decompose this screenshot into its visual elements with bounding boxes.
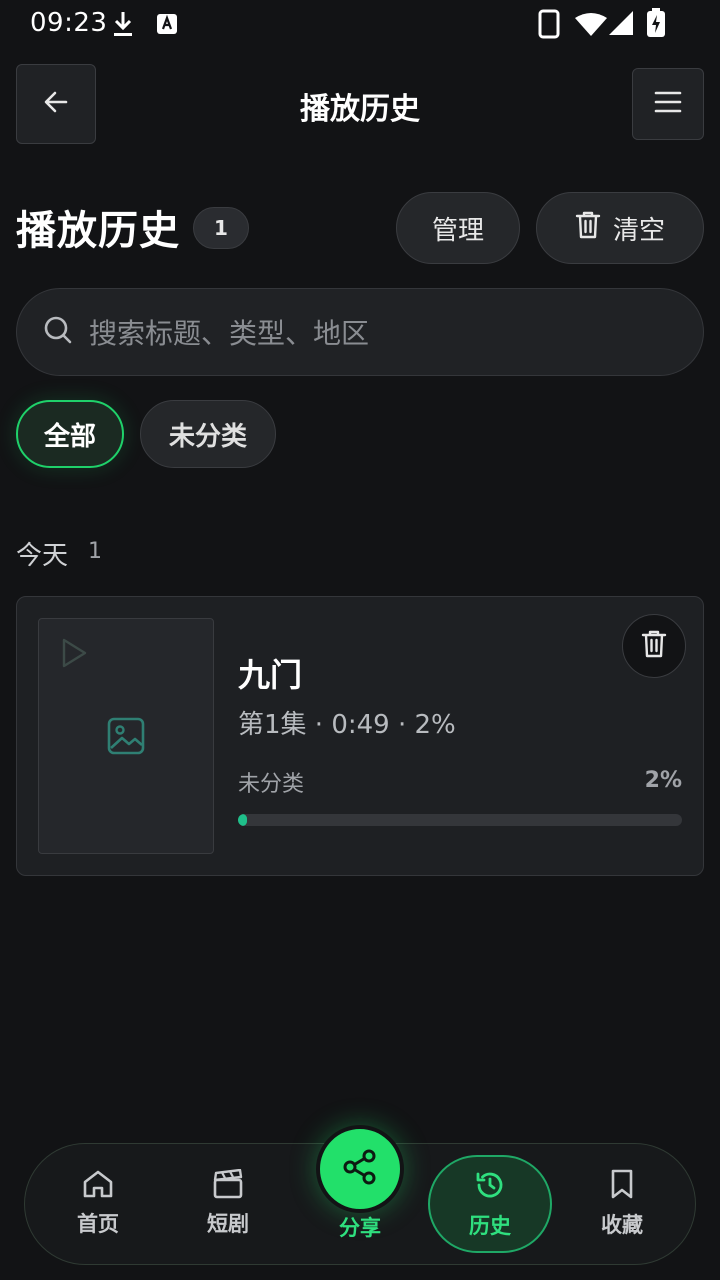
share-icon xyxy=(341,1148,379,1190)
trash-icon xyxy=(575,210,601,247)
progress-fill xyxy=(238,814,247,826)
bookmark-icon xyxy=(608,1168,636,1205)
nav-home[interactable]: 首页 xyxy=(48,1165,148,1241)
menu-button[interactable] xyxy=(632,68,704,140)
item-title: 九门 xyxy=(238,656,303,694)
hamburger-menu-icon xyxy=(654,90,682,118)
history-clock-icon xyxy=(474,1169,506,1206)
battery-charging-icon xyxy=(646,8,666,42)
item-category: 未分类 xyxy=(238,772,305,797)
manage-label: 管理 xyxy=(431,215,484,246)
history-count-badge: 1 xyxy=(193,207,249,249)
filter-chip-label: 未分类 xyxy=(168,421,247,452)
progress-bar xyxy=(238,814,682,826)
wifi-icon xyxy=(574,12,608,40)
group-count-today: 1 xyxy=(88,539,102,564)
item-meta: 第1集 · 0:49 · 2% xyxy=(238,710,456,740)
manage-button[interactable]: 管理 xyxy=(396,192,520,264)
filter-chip-label: 全部 xyxy=(43,421,96,452)
status-bar: 09:23 xyxy=(0,0,720,48)
filter-chip-all[interactable]: 全部 xyxy=(16,400,124,468)
page-title: 播放历史 xyxy=(300,92,420,127)
trash-icon xyxy=(641,629,667,663)
accessibility-a-icon xyxy=(156,13,178,39)
filter-chip-uncategorized[interactable]: 未分类 xyxy=(140,400,276,468)
group-label-today: 今天 xyxy=(16,541,69,571)
nav-favorites-label: 收藏 xyxy=(601,1212,643,1237)
nav-home-label: 首页 xyxy=(77,1211,119,1236)
clear-label: 清空 xyxy=(612,215,665,246)
search-icon xyxy=(43,315,73,349)
section-title: 播放历史 xyxy=(16,208,180,254)
nav-favorites[interactable]: 收藏 xyxy=(572,1165,672,1241)
search-input[interactable]: 搜索标题、类型、地区 xyxy=(16,288,704,376)
status-time: 09:23 xyxy=(30,8,108,38)
home-icon xyxy=(82,1169,114,1204)
nav-history[interactable]: 历史 xyxy=(428,1155,552,1253)
download-icon xyxy=(110,10,136,42)
search-placeholder: 搜索标题、类型、地区 xyxy=(89,317,370,350)
nav-shorts-label: 短剧 xyxy=(207,1211,249,1236)
delete-item-button[interactable] xyxy=(622,614,686,678)
thumbnail xyxy=(38,618,214,854)
nav-shorts[interactable]: 短剧 xyxy=(178,1165,278,1241)
item-progress-percent: 2% xyxy=(644,768,682,793)
image-placeholder-icon xyxy=(107,717,145,759)
nav-history-label: 历史 xyxy=(469,1213,511,1238)
nav-share-label: 分享 xyxy=(339,1216,381,1240)
signal-icon xyxy=(608,10,634,40)
play-icon xyxy=(59,637,89,673)
share-button[interactable] xyxy=(316,1125,404,1213)
clapperboard-icon xyxy=(212,1168,244,1204)
phone-icon xyxy=(538,9,560,43)
clear-button[interactable]: 清空 xyxy=(536,192,704,264)
